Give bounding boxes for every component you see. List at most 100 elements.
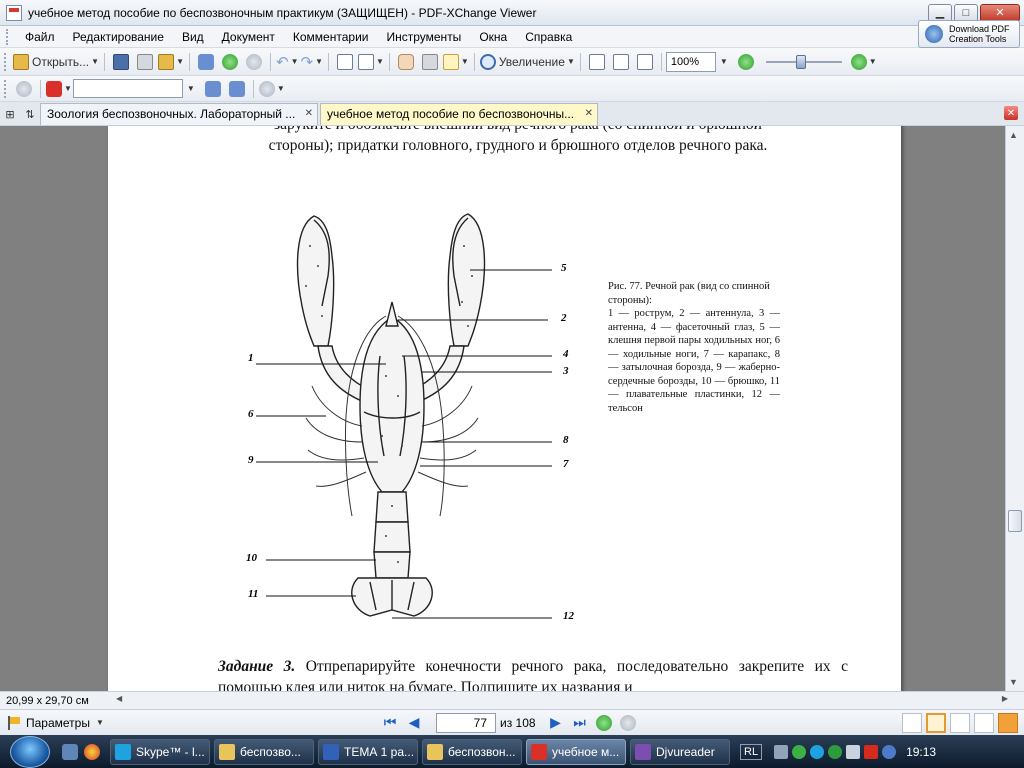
tab-sort-button[interactable]: ⇅ xyxy=(20,103,40,125)
navigation-bar: Параметры ▼ ⏮ ◀ 77 из 108 ▶ ⏭ xyxy=(0,709,1024,735)
export-button[interactable]: ▼ xyxy=(158,51,184,73)
undo-icon: ↶ xyxy=(275,53,289,71)
rotate-left-button[interactable] xyxy=(334,51,356,73)
filter-button[interactable]: ▼ xyxy=(258,78,285,100)
browser-icon[interactable] xyxy=(84,743,100,760)
vertical-scrollbar[interactable]: ▲ ▼ xyxy=(1005,126,1024,691)
network-icon[interactable] xyxy=(774,744,789,759)
taskbar-item-pdf-viewer[interactable]: учебное м... xyxy=(526,738,626,765)
search-dropdown-arrow[interactable]: ▼ xyxy=(187,84,195,93)
close-document-button[interactable]: ✕ xyxy=(1004,106,1018,120)
minimize-button[interactable]: ▁ xyxy=(928,3,952,22)
zoom-level-field[interactable]: 100% xyxy=(665,51,716,72)
close-window-button[interactable]: ✕ xyxy=(980,3,1020,22)
first-page-button[interactable]: ⏮ xyxy=(380,713,400,733)
taskbar-item-word[interactable]: ТЕМА 1 ра... xyxy=(318,738,418,765)
parameters-button[interactable]: Параметры ▼ xyxy=(8,715,378,730)
zoom-out-button[interactable] xyxy=(735,51,757,73)
skype-tray-icon[interactable] xyxy=(810,744,825,759)
show-desktop-icon[interactable] xyxy=(62,743,78,760)
continuous-view-button[interactable] xyxy=(926,712,946,733)
next-page-button[interactable]: ▶ xyxy=(546,713,566,733)
zoom-in-button[interactable]: ▼ xyxy=(850,51,877,73)
magnifier-icon xyxy=(479,53,496,70)
snapshot-button[interactable] xyxy=(419,51,441,73)
select-text-button[interactable]: ▼ xyxy=(442,51,469,73)
taskbar-item-folder-1[interactable]: беспозво... xyxy=(214,738,314,765)
hand-tool-button[interactable] xyxy=(395,51,417,73)
rotate-right-button[interactable]: ▼ xyxy=(357,51,384,73)
taskbar-item-skype[interactable]: Skype™ - l... xyxy=(110,738,210,765)
maximize-button[interactable]: □ xyxy=(954,3,978,22)
download-pdf-tools-button[interactable]: Download PDF Creation Tools xyxy=(918,20,1020,48)
actual-size-button[interactable] xyxy=(586,51,608,73)
tray-radio-icon[interactable] xyxy=(882,744,897,759)
tray-green-icon[interactable] xyxy=(792,744,807,759)
single-page-view-button[interactable] xyxy=(902,712,922,733)
find-button[interactable] xyxy=(13,78,35,100)
open-button[interactable]: Открыть... ▼ xyxy=(13,51,99,73)
tray-check-icon[interactable] xyxy=(828,744,843,759)
package-icon xyxy=(158,53,175,70)
back-button[interactable] xyxy=(219,51,241,73)
menu-tools[interactable]: Инструменты xyxy=(377,26,470,48)
taskbar-item-folder-2[interactable]: беспозвон... xyxy=(422,738,522,765)
scroll-up-arrow[interactable]: ▲ xyxy=(1009,130,1018,140)
menu-help[interactable]: Справка xyxy=(516,26,581,48)
horizontal-scrollbar[interactable]: ◀ ▶ xyxy=(112,694,1024,708)
save-button[interactable] xyxy=(110,51,132,73)
tab-invertebrates-manual[interactable]: учебное метод пособие по беспозвоночны..… xyxy=(320,103,598,125)
layout-settings-button[interactable] xyxy=(998,712,1018,733)
close-tab-icon[interactable]: ✕ xyxy=(305,104,313,124)
scroll-right-arrow[interactable]: ▶ xyxy=(1002,694,1008,703)
scrollbar-thumb[interactable] xyxy=(1008,510,1022,532)
search-highlight-button[interactable] xyxy=(226,78,248,100)
zoom-slider[interactable] xyxy=(765,54,842,70)
zoom-slider-thumb[interactable] xyxy=(795,54,806,69)
language-indicator[interactable]: RL xyxy=(740,743,763,760)
menu-edit[interactable]: Редактирование xyxy=(64,26,173,48)
folder-icon xyxy=(427,743,443,760)
tab-zoology-lab[interactable]: Зоология беспозвоночных. Лабораторный ..… xyxy=(40,103,318,125)
undo-button[interactable]: ↶ ▼ xyxy=(276,51,299,73)
scroll-down-arrow[interactable]: ▼ xyxy=(1009,677,1018,687)
tab-list-button[interactable]: ⊞ xyxy=(0,103,20,125)
scan-button[interactable] xyxy=(195,51,217,73)
printer-icon xyxy=(137,53,154,70)
plus-circle-icon xyxy=(850,53,867,70)
menu-view[interactable]: Вид xyxy=(173,26,213,48)
start-button[interactable] xyxy=(10,735,50,768)
search-web-button[interactable] xyxy=(202,78,224,100)
fit-page-button[interactable] xyxy=(610,51,632,73)
zoom-tool-button[interactable]: Увеличение ▼ xyxy=(479,51,575,73)
ask-search-button[interactable]: ▼ xyxy=(46,78,72,100)
open-dropdown-arrow[interactable]: ▼ xyxy=(91,57,99,66)
close-tab-icon[interactable]: ✕ xyxy=(585,104,593,124)
menu-comments[interactable]: Комментарии xyxy=(284,26,378,48)
print-button[interactable] xyxy=(134,51,156,73)
fit-width-button[interactable] xyxy=(634,51,656,73)
taskbar-item-djvureader[interactable]: Djvureader xyxy=(630,738,730,765)
clock[interactable]: 19:13 xyxy=(906,745,936,759)
scroll-left-arrow[interactable]: ◀ xyxy=(116,694,122,703)
redo-button[interactable]: ↷ ▼ xyxy=(300,51,323,73)
menu-file[interactable]: Файл xyxy=(16,26,64,48)
current-page-input[interactable]: 77 xyxy=(436,712,496,733)
document-tabs: ⊞ ⇅ Зоология беспозвоночных. Лабораторны… xyxy=(0,102,1024,126)
volume-icon[interactable] xyxy=(846,744,861,759)
zoom-dropdown-arrow[interactable]: ▼ xyxy=(720,57,728,66)
page-text-top: заруките и обозначьте внешний вид речног… xyxy=(268,126,768,154)
menu-document[interactable]: Документ xyxy=(213,26,284,48)
ati-icon[interactable] xyxy=(864,744,879,759)
last-page-button[interactable]: ⏭ xyxy=(570,713,590,733)
forward-button[interactable] xyxy=(243,51,265,73)
facing-view-button[interactable] xyxy=(950,712,970,733)
continuous-facing-view-button[interactable] xyxy=(974,712,994,733)
nav-back-button[interactable] xyxy=(594,713,614,733)
menu-windows[interactable]: Окна xyxy=(470,26,516,48)
pdf-icon xyxy=(531,743,547,760)
document-view[interactable]: заруките и обозначьте внешний вид речног… xyxy=(0,126,1005,691)
search-input[interactable] xyxy=(72,79,183,98)
nav-forward-button[interactable] xyxy=(618,713,638,733)
previous-page-button[interactable]: ◀ xyxy=(404,713,424,733)
